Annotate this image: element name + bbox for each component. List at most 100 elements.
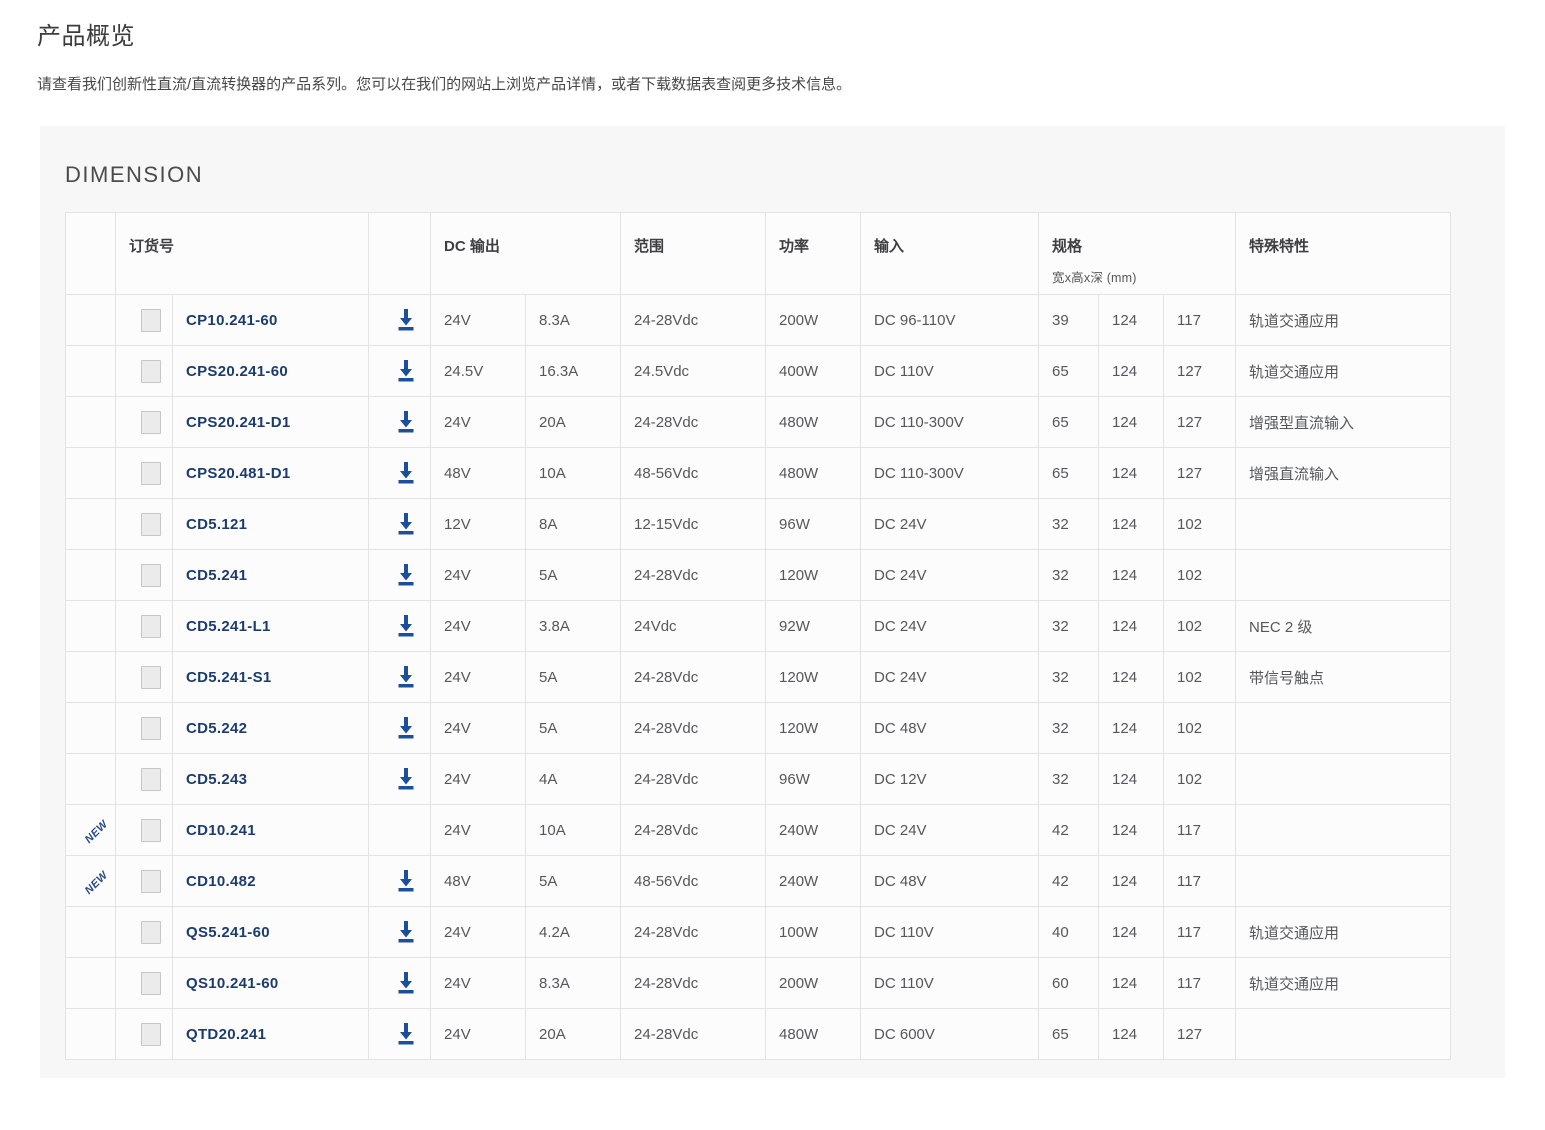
range-cell: 24-28Vdc [621, 1009, 766, 1060]
current-cell: 8.3A [526, 958, 621, 1009]
product-link[interactable]: CD10.241 [186, 822, 256, 839]
new-cell [66, 958, 116, 1009]
product-link[interactable]: CPS20.481-D1 [186, 465, 291, 482]
product-link[interactable]: CPS20.241-60 [186, 363, 288, 380]
download-icon[interactable] [396, 870, 416, 892]
download-icon[interactable] [396, 360, 416, 382]
row-checkbox[interactable] [141, 309, 161, 332]
download-icon[interactable] [396, 768, 416, 790]
product-name-cell: CD5.241-L1 [173, 601, 369, 652]
height-cell: 124 [1099, 1009, 1164, 1060]
table-row: QTD20.24124V20A24-28Vdc480WDC 600V651241… [66, 1009, 1451, 1060]
download-icon[interactable] [396, 411, 416, 433]
product-name-cell: CD5.243 [173, 754, 369, 805]
height-cell: 124 [1099, 448, 1164, 499]
product-link[interactable]: QS5.241-60 [186, 924, 270, 941]
row-checkbox[interactable] [141, 411, 161, 434]
download-icon[interactable] [396, 1023, 416, 1045]
width-cell: 32 [1039, 550, 1099, 601]
download-icon[interactable] [396, 309, 416, 331]
product-link[interactable]: CD5.242 [186, 720, 247, 737]
input-cell: DC 110-300V [861, 397, 1039, 448]
download-icon[interactable] [396, 666, 416, 688]
header-special-features: 特殊特性 [1236, 213, 1451, 295]
download-cell [369, 907, 431, 958]
range-cell: 12-15Vdc [621, 499, 766, 550]
width-cell: 65 [1039, 346, 1099, 397]
download-icon[interactable] [396, 972, 416, 994]
product-link[interactable]: CD5.241-S1 [186, 669, 272, 686]
download-icon[interactable] [396, 513, 416, 535]
product-link[interactable]: CD10.482 [186, 873, 256, 890]
current-cell: 20A [526, 397, 621, 448]
row-checkbox[interactable] [141, 972, 161, 995]
product-name-cell: QS10.241-60 [173, 958, 369, 1009]
row-checkbox[interactable] [141, 768, 161, 791]
product-link[interactable]: CD5.121 [186, 516, 247, 533]
download-icon[interactable] [396, 615, 416, 637]
product-link[interactable]: CPS20.241-D1 [186, 414, 291, 431]
features-cell: 轨道交通应用 [1236, 958, 1451, 1009]
features-cell: NEC 2 级 [1236, 601, 1451, 652]
product-link[interactable]: QS10.241-60 [186, 975, 279, 992]
row-checkbox[interactable] [141, 921, 161, 944]
table-row: CD5.241-S124V5A24-28Vdc120WDC 24V3212410… [66, 652, 1451, 703]
checkbox-cell [116, 346, 173, 397]
range-cell: 24-28Vdc [621, 754, 766, 805]
width-cell: 65 [1039, 448, 1099, 499]
download-icon[interactable] [396, 462, 416, 484]
table-row: CD5.12112V8A12-15Vdc96WDC 24V32124102 [66, 499, 1451, 550]
row-checkbox[interactable] [141, 462, 161, 485]
new-cell: NEW [66, 805, 116, 856]
row-checkbox[interactable] [141, 717, 161, 740]
current-cell: 3.8A [526, 601, 621, 652]
range-cell: 48-56Vdc [621, 856, 766, 907]
header-order-number: 订货号 [116, 213, 369, 295]
row-checkbox[interactable] [141, 870, 161, 893]
download-cell [369, 346, 431, 397]
depth-cell: 127 [1164, 346, 1236, 397]
product-link[interactable]: CD5.241-L1 [186, 618, 271, 635]
height-cell: 124 [1099, 499, 1164, 550]
features-cell [1236, 856, 1451, 907]
download-cell [369, 958, 431, 1009]
download-cell [369, 601, 431, 652]
table-row: CD5.24324V4A24-28Vdc96WDC 12V32124102 [66, 754, 1451, 805]
voltage-cell: 24V [431, 550, 526, 601]
row-checkbox[interactable] [141, 666, 161, 689]
download-icon[interactable] [396, 717, 416, 739]
row-checkbox[interactable] [141, 513, 161, 536]
table-row: NEWCD10.48248V5A48-56Vdc240WDC 48V421241… [66, 856, 1451, 907]
current-cell: 5A [526, 856, 621, 907]
voltage-cell: 24.5V [431, 346, 526, 397]
row-checkbox[interactable] [141, 615, 161, 638]
product-link[interactable]: QTD20.241 [186, 1026, 266, 1043]
checkbox-cell [116, 907, 173, 958]
new-cell [66, 1009, 116, 1060]
table-row: CPS20.241-D124V20A24-28Vdc480WDC 110-300… [66, 397, 1451, 448]
power-cell: 240W [766, 805, 861, 856]
product-link[interactable]: CD5.241 [186, 567, 247, 584]
power-cell: 480W [766, 448, 861, 499]
row-checkbox[interactable] [141, 1023, 161, 1046]
range-cell: 24-28Vdc [621, 652, 766, 703]
row-checkbox[interactable] [141, 360, 161, 383]
power-cell: 120W [766, 703, 861, 754]
product-link[interactable]: CP10.241-60 [186, 312, 278, 329]
download-cell [369, 550, 431, 601]
voltage-cell: 24V [431, 754, 526, 805]
table-row: QS5.241-6024V4.2A24-28Vdc100WDC 110V4012… [66, 907, 1451, 958]
range-cell: 24-28Vdc [621, 550, 766, 601]
input-cell: DC 48V [861, 703, 1039, 754]
download-icon[interactable] [396, 564, 416, 586]
depth-cell: 102 [1164, 499, 1236, 550]
download-cell [369, 397, 431, 448]
input-cell: DC 96-110V [861, 295, 1039, 346]
range-cell: 24-28Vdc [621, 805, 766, 856]
features-cell [1236, 754, 1451, 805]
input-cell: DC 24V [861, 805, 1039, 856]
row-checkbox[interactable] [141, 819, 161, 842]
row-checkbox[interactable] [141, 564, 161, 587]
download-icon[interactable] [396, 921, 416, 943]
product-link[interactable]: CD5.243 [186, 771, 247, 788]
